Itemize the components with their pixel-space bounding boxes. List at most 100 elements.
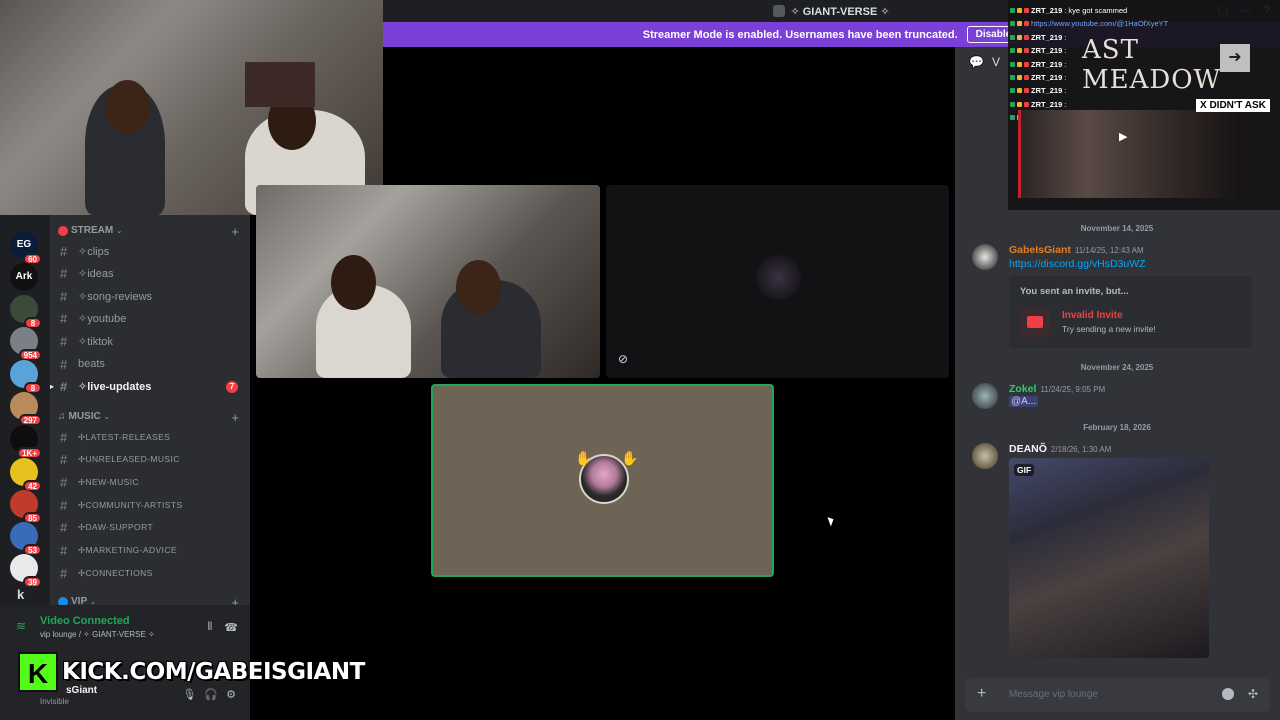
right-hand-icon: ✋ [621,450,639,466]
avatar[interactable] [972,244,998,270]
video-tile-muted[interactable]: ⊘ [606,185,949,378]
server-icon[interactable]: 8 [10,360,42,394]
invite-link[interactable]: https://discord.gg/vHsD3uWZ [1009,258,1146,270]
voice-location[interactable]: vip lounge / ✧ GIANT-VERSE ✧ [40,630,155,639]
soundboard-icon[interactable]: ⦀ [207,621,212,634]
channel-name: ✢CONNECTIONS [78,567,153,578]
caret-right-icon: ▸ [50,382,55,392]
channel-item[interactable]: # ✧song-reviews [60,286,246,306]
server-icon[interactable]: EG 60 [10,231,42,265]
channel-name: ✧tiktok [78,335,113,348]
hash-icon: # [60,379,68,395]
chat-badge-icon [1017,101,1022,107]
gif-attachment[interactable]: GIF [1009,458,1209,658]
avatar[interactable] [972,443,998,469]
channel-item[interactable]: # ✢NEW-MUSIC [60,472,246,492]
streamer-webcam [0,0,383,215]
category-music[interactable]: ♫ MUSIC ⌄ + [58,410,244,425]
server-icon[interactable]: Ark [10,263,38,291]
message-input-bar[interactable]: + Message vip lounge ✣ [965,678,1270,712]
chat-badge-icon [1010,88,1015,94]
muted-mic-icon: ⊘ [618,352,629,366]
server-icon[interactable]: 42 [10,458,42,492]
voice-status[interactable]: Video Connected [40,615,130,627]
video-tile-speaking[interactable]: ✋ ✋ [431,384,774,577]
channel-item[interactable]: # ✢CONNECTIONS [60,563,246,583]
overlay-chat-user: ZRT_219 [1031,59,1063,69]
channel-sidebar: STREAM ⌄ + # ✧clips # ✧ideas # ✧song-reviews #… [50,215,250,610]
emoji-icon[interactable] [1222,688,1234,700]
invalid-invite-icon [1020,307,1050,337]
server-initials[interactable]: k [17,587,24,602]
attach-plus-icon[interactable]: + [977,685,986,703]
signal-icon[interactable]: ≋ [16,619,26,633]
red-dot-icon [58,225,68,236]
chat-badge-icon [1010,34,1015,40]
channel-item[interactable]: # ✢MARKETING-ADVICE [60,541,246,561]
channel-item[interactable]: # ✧tiktok [60,331,246,351]
disconnect-icon[interactable]: ☎ [224,621,238,634]
overlay-chat-text: : [1064,99,1067,109]
channel-item[interactable]: # ✧youtube [60,309,246,329]
user-mention[interactable]: @A... [1009,396,1039,407]
author-name[interactable]: GabeIsGiant [1009,244,1071,256]
video-tile-streamer[interactable] [256,185,600,378]
overlay-chat-user: ZRT_219 [1031,99,1063,109]
server-icon[interactable]: 39 [10,554,42,588]
chat-badge-icon [1017,88,1022,94]
channel-item[interactable]: # ✢LATEST-RELEASES [60,427,246,447]
add-channel-icon[interactable]: + [231,224,239,239]
channel-item[interactable]: # beats [60,354,246,374]
server-icon[interactable]: 297 [10,392,42,426]
embed-video-thumbnail[interactable]: ▶ [1018,110,1241,198]
category-stream[interactable]: STREAM ⌄ + [58,224,244,239]
channel-item[interactable]: # ✧clips [60,241,246,261]
overlay-chat-text: https://www.youtube.com/@1HaOfXyeYT [1031,19,1169,29]
hash-icon: # [60,565,68,581]
message-author-gabe[interactable]: GabeIsGiant 11/14/25, 12:43 AM [1009,244,1144,256]
channel-item[interactable]: # ✢UNRELEASED-MUSIC [60,450,246,470]
channel-name: ✢LATEST-RELEASES [78,431,171,442]
server-icon[interactable]: 954 [10,327,42,361]
overlay-chat-user: ZRT_219 [1031,86,1063,96]
webcam-poster [245,62,315,107]
channel-item[interactable]: # ✢COMMUNITY-ARTISTS [60,495,246,515]
chat-badge-icon [1024,88,1029,94]
hash-icon: # [60,497,68,513]
server-icon[interactable]: 53 [10,522,42,556]
message-author-deano[interactable]: DEANÕ 2/18/26, 1:30 AM [1009,443,1111,455]
avatar[interactable] [972,383,998,409]
server-icon[interactable]: 8 [10,295,42,329]
thread-icon[interactable]: 💬 [969,55,984,69]
author-name[interactable]: DEANÕ [1009,443,1047,455]
message-input[interactable]: Message vip lounge [1009,689,1098,700]
channel-name: ✧ideas [78,268,114,281]
channel-item[interactable]: # ✢DAW-SUPPORT [60,518,246,538]
play-icon[interactable]: ▶ [1119,130,1127,143]
invite-title: Invalid Invite [1062,310,1123,321]
meadow-banner: AST MEADOW [1082,35,1222,95]
server-icon[interactable]: 85 [10,490,42,524]
add-channel-icon[interactable]: + [231,410,239,425]
message-author-zokel[interactable]: Zokel 11/24/25, 9:05 PM [1009,383,1105,395]
chat-badge-icon [1017,34,1022,40]
overlay-chat-user: ZRT_219 [1031,32,1063,42]
chat-badge-icon [1017,48,1022,54]
chat-badge-icon [1010,101,1015,107]
channel-name: ✧youtube [78,313,127,326]
author-name[interactable]: Zokel [1009,383,1036,395]
chat-badge-icon [1024,21,1029,27]
chat-badge-icon [1010,75,1015,80]
hash-icon: # [60,243,68,259]
x-didnt-ask-label: X DIDN'T ASK [1196,99,1270,112]
channel-item[interactable]: ▸ # ✧live-updates 7 [50,377,246,397]
channel-item[interactable]: # ✧ideas [60,264,246,284]
tile-avatar [756,255,801,300]
overlay-chat-text: : [1064,59,1067,69]
apps-icon[interactable]: ✣ [1248,687,1258,701]
server-icon[interactable]: 1K+ [10,425,42,459]
channel-name: ✢MARKETING-ADVICE [78,545,177,555]
chat-badge-icon [1017,61,1022,67]
kick-logo-icon: K [18,652,58,692]
channel-name: ✢DAW-SUPPORT [78,522,154,533]
